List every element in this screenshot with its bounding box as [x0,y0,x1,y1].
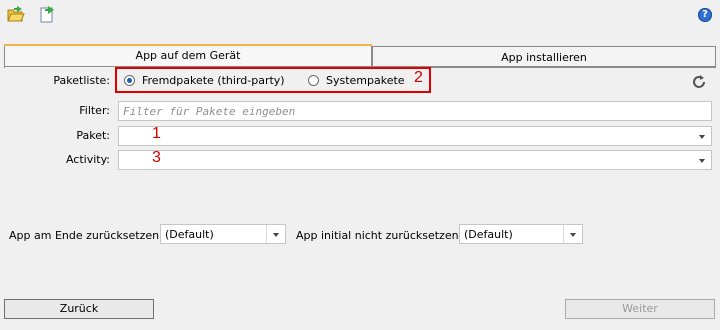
radio-system[interactable] [308,75,319,86]
filter-label: Filter: [79,104,110,117]
package-dropdown[interactable] [118,126,712,146]
document-export-icon[interactable] [38,4,58,24]
package-list-label: Paketliste: [53,74,110,87]
no-initial-reset-select[interactable]: (Default) [459,224,583,244]
reset-at-end-select[interactable]: (Default) [160,224,286,244]
refresh-icon[interactable] [690,73,708,91]
no-initial-reset-label: App initial nicht zurücksetzen: [296,229,463,242]
no-initial-reset-value: (Default) [464,228,513,241]
combo-separator [266,225,267,243]
filter-placeholder: Filter für Pakete eingeben [123,105,296,118]
tab-app-on-device[interactable]: App auf dem Gerät [4,44,372,68]
combo-separator [563,225,564,243]
radio-third-party[interactable] [124,75,135,86]
tab-install-app[interactable]: App installieren [372,46,716,68]
annotation-mark-2: 2 [414,69,423,86]
activity-label: Activity: [65,153,110,166]
package-label: Paket: [76,129,110,142]
radio-system-label[interactable]: Systempakete [326,74,405,87]
help-icon[interactable]: ? [698,8,712,22]
folder-open-icon[interactable] [6,4,26,24]
annotation-mark-3: 3 [152,149,161,166]
filter-input[interactable]: Filter für Pakete eingeben [118,101,712,121]
chevron-down-icon [699,159,705,163]
chevron-down-icon [273,233,279,237]
chevron-down-icon [699,135,705,139]
activity-dropdown[interactable] [118,150,712,170]
chevron-down-icon [570,233,576,237]
back-button[interactable]: Zurück [4,299,154,319]
reset-at-end-label: App am Ende zurücksetzen: [9,229,163,242]
annotation-mark-1: 1 [152,125,161,142]
radio-third-party-label[interactable]: Fremdpakete (third-party) [142,74,285,87]
next-button[interactable]: Weiter [565,299,715,319]
reset-at-end-value: (Default) [165,228,214,241]
